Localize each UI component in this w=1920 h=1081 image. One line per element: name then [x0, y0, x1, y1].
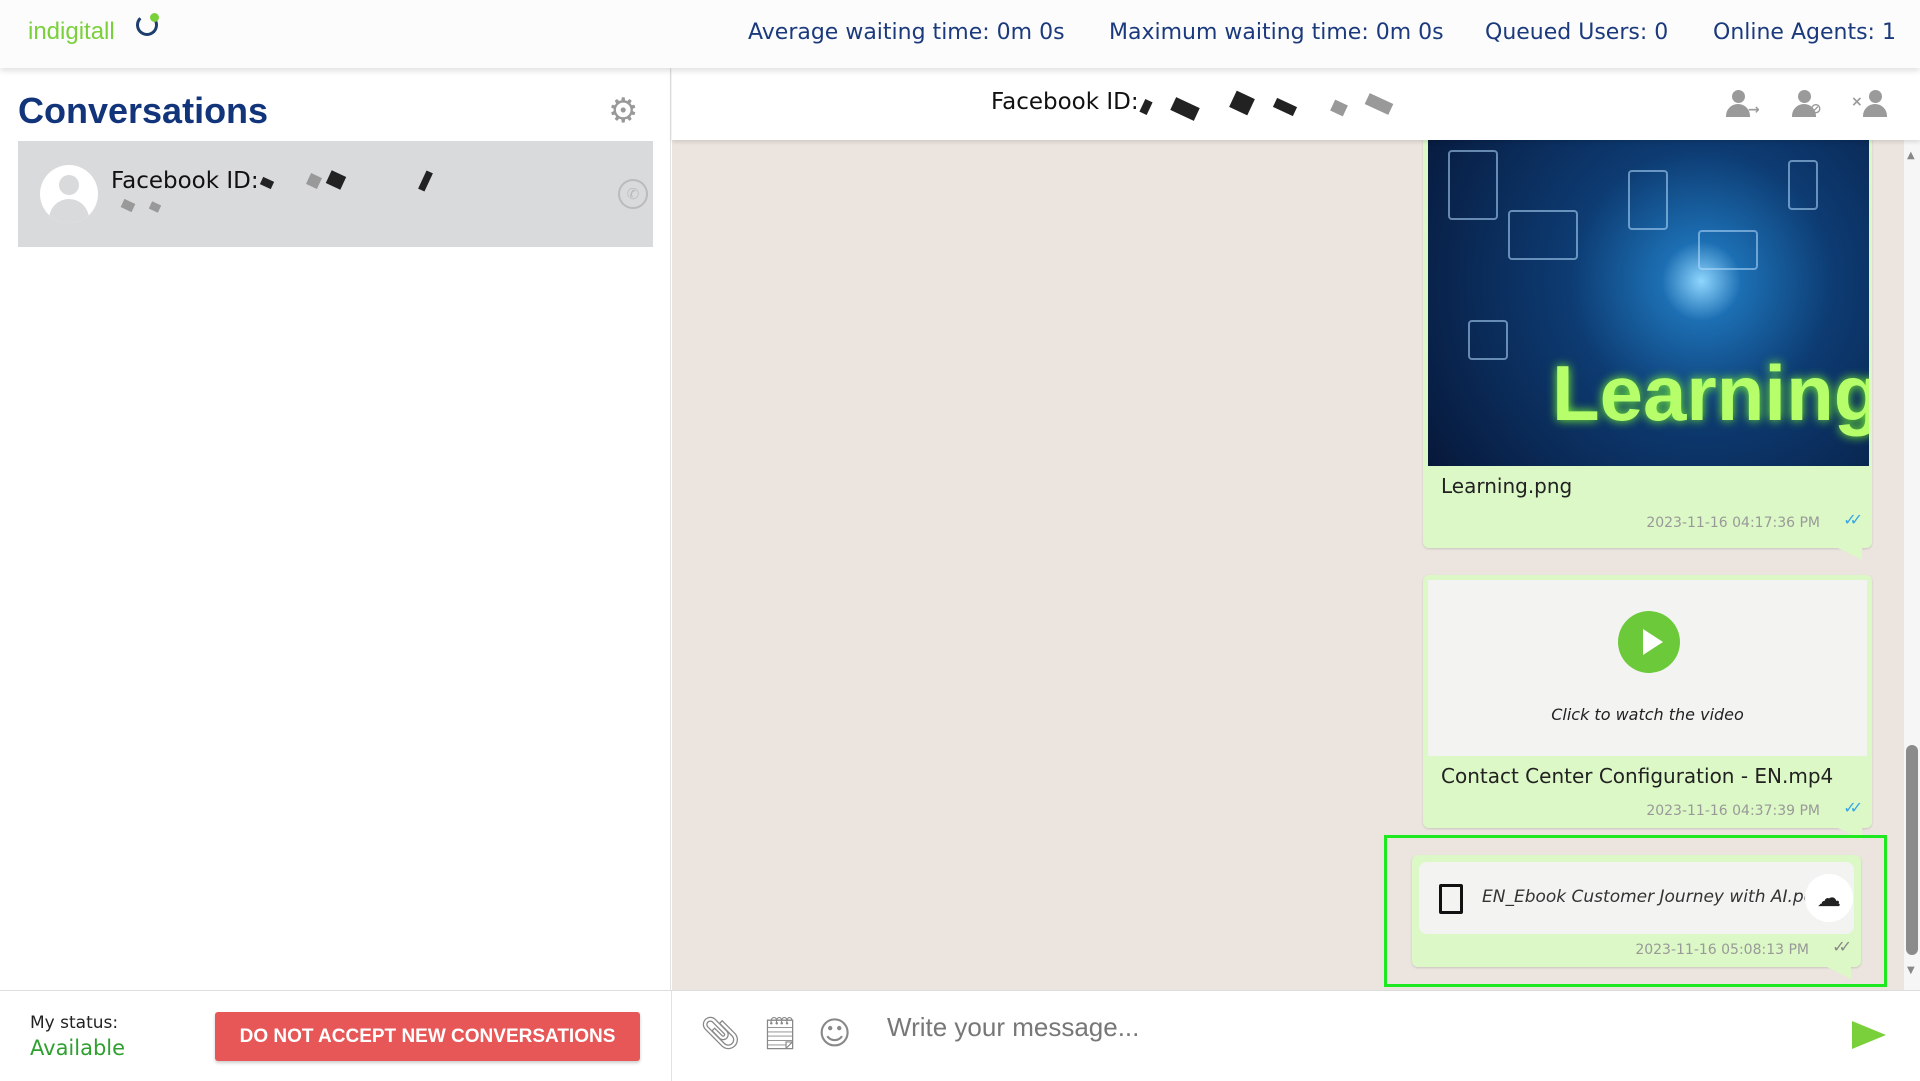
- attachment-name: Learning.png: [1441, 474, 1573, 498]
- message-video: Click to watch the video Contact Center …: [1423, 575, 1872, 840]
- page-title: Conversations: [18, 90, 269, 131]
- redacted-id: [1330, 99, 1348, 117]
- gear-icon[interactable]: ⚙: [608, 94, 638, 128]
- redacted-id: [418, 170, 433, 192]
- emoji-icon[interactable]: ☺: [818, 1017, 851, 1049]
- divider: [671, 991, 672, 1081]
- redacted-id: [1170, 97, 1200, 121]
- attachment-name: Contact Center Configuration - EN.mp4: [1441, 764, 1834, 788]
- redacted-id: [306, 173, 322, 189]
- message-image: Learning Learning.png 2023-11-16 04:17:3…: [1423, 140, 1872, 560]
- redacted-id: [325, 170, 347, 190]
- conversation-name: Facebook ID:: [111, 168, 259, 194]
- max-waiting-time: Maximum waiting time: 0m 0s: [1109, 20, 1444, 45]
- remove-user-icon[interactable]: ×: [1851, 90, 1889, 120]
- read-ticks-icon: ✓✓: [1843, 510, 1863, 529]
- highlight-box: [1384, 835, 1887, 987]
- logo: indigitall: [28, 18, 115, 45]
- chat-contact-name: Facebook ID:: [991, 89, 1139, 115]
- template-icon[interactable]: 🗒︎: [760, 1017, 801, 1049]
- send-icon[interactable]: [1852, 1021, 1886, 1049]
- image-text: Learning: [1552, 349, 1869, 437]
- read-ticks-icon: ✓✓: [1843, 798, 1863, 817]
- message-input[interactable]: [887, 1007, 1837, 1047]
- video-caption: Click to watch the video: [1551, 705, 1744, 724]
- avatar: [40, 165, 98, 223]
- paperclip-icon[interactable]: 📎︎: [700, 1017, 741, 1049]
- redacted-id: [259, 176, 275, 190]
- play-icon[interactable]: [1618, 611, 1680, 673]
- chat-header: Facebook ID: → ⊘ ×: [672, 68, 1920, 140]
- redacted-id: [120, 198, 136, 213]
- transfer-user-icon[interactable]: →: [1724, 90, 1760, 120]
- logo-dot-icon: [150, 13, 159, 22]
- conversation-item[interactable]: Facebook ID: ✆: [18, 141, 653, 247]
- redacted-id: [1364, 93, 1394, 115]
- top-bar: indigitall Average waiting time: 0m 0s M…: [0, 0, 1920, 68]
- avg-waiting-time: Average waiting time: 0m 0s: [748, 20, 1065, 45]
- status-label: My status:: [30, 1013, 119, 1033]
- image-attachment[interactable]: Learning: [1428, 140, 1869, 466]
- conversations-panel: Conversations ⚙ Facebook ID: ✆: [0, 68, 671, 990]
- block-user-icon[interactable]: ⊘: [1790, 90, 1824, 120]
- message-timestamp: 2023-11-16 04:37:39 PM: [1646, 803, 1820, 819]
- redacted-id: [1272, 97, 1298, 117]
- scrollbar[interactable]: ▲ ▼: [1904, 140, 1920, 990]
- whatsapp-icon: ✆: [618, 179, 648, 209]
- redacted-id: [1139, 98, 1153, 116]
- scrollbar-thumb[interactable]: [1906, 745, 1918, 955]
- footer-bar: My status: Available DO NOT ACCEPT NEW C…: [0, 990, 1920, 1081]
- video-preview[interactable]: Click to watch the video: [1428, 580, 1867, 756]
- status-value[interactable]: Available: [30, 1036, 125, 1060]
- message-timestamp: 2023-11-16 04:17:36 PM: [1646, 515, 1820, 531]
- do-not-accept-button[interactable]: DO NOT ACCEPT NEW CONVERSATIONS: [215, 1012, 640, 1061]
- redacted-id: [1229, 90, 1255, 116]
- redacted-id: [148, 201, 162, 213]
- queued-users: Queued Users: 0: [1485, 20, 1669, 45]
- online-agents: Online Agents: 1: [1713, 20, 1896, 45]
